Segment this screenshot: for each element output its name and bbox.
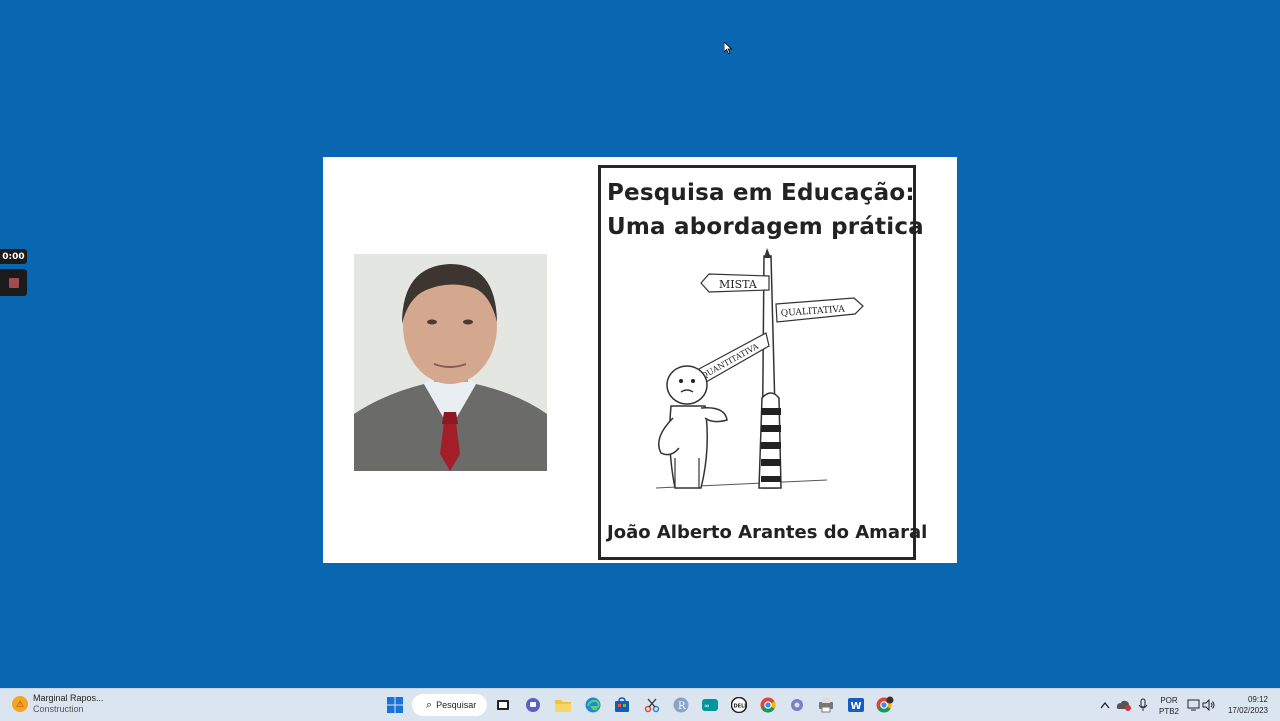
onedrive-status-button[interactable] — [1116, 694, 1132, 716]
teams-chat-button[interactable] — [522, 694, 544, 716]
settings-button[interactable] — [786, 694, 808, 716]
network-icon — [1187, 699, 1200, 711]
svg-text:W: W — [851, 701, 862, 712]
taskbar: ⚠ Marginal Rapos... Construction ⌕ Pesqu… — [0, 688, 1280, 721]
svg-text:R: R — [678, 701, 686, 712]
store-icon — [615, 697, 629, 712]
chat-icon — [526, 698, 540, 712]
recording-timer: 0:00 — [0, 249, 27, 264]
chevron-up-icon — [1100, 701, 1110, 709]
svg-text:∞: ∞ — [704, 702, 710, 710]
book-title-line-2: Uma abordagem prática — [607, 214, 924, 240]
mouse-cursor-icon — [724, 42, 732, 54]
signpost-illustration: MISTA QUALITATIVA QUANTITATIVA — [655, 248, 864, 489]
book-author: João Alberto Arantes do Amaral — [607, 522, 928, 543]
stop-icon — [8, 277, 19, 288]
chrome-icon — [760, 697, 776, 713]
taskbar-search-label: Pesquisar — [436, 700, 477, 710]
r-app-button[interactable]: R — [670, 694, 692, 716]
chrome-profile-button[interactable] — [874, 694, 896, 716]
sign-quantitativa: QUANTITATIVA — [700, 342, 761, 381]
volume-button[interactable] — [1201, 694, 1217, 716]
microphone-button[interactable] — [1135, 694, 1151, 716]
start-button[interactable] — [384, 694, 406, 716]
printer-icon — [819, 698, 833, 713]
chrome-button[interactable] — [757, 694, 779, 716]
printer-button[interactable] — [815, 694, 837, 716]
speaker-icon — [1202, 699, 1215, 711]
language-code: POR — [1160, 696, 1178, 705]
traffic-warning-icon: ⚠ — [12, 696, 28, 712]
show-hidden-icons-button[interactable] — [1098, 694, 1112, 716]
presentation-slide: Pesquisa em Educação: Uma abordagem prát… — [323, 157, 957, 563]
store-button[interactable] — [611, 694, 633, 716]
task-view-button[interactable] — [492, 694, 514, 716]
chrome-profile-icon — [876, 696, 894, 713]
gear-icon — [791, 699, 803, 711]
cloud-error-icon — [1116, 700, 1131, 711]
dell-button[interactable]: DELL — [728, 694, 750, 716]
clock-date: 17/02/2023 — [1227, 706, 1268, 715]
book-title: Pesquisa em Educação: Uma abordagem prát… — [607, 176, 924, 244]
input-language-indicator[interactable]: POR PTB2 — [1158, 695, 1180, 717]
microphone-icon — [1138, 698, 1148, 711]
task-view-icon — [497, 700, 509, 710]
keyboard-layout: PTB2 — [1158, 707, 1179, 716]
dell-icon: DELL — [731, 697, 747, 713]
weather-widget-title: Marginal Rapos... — [33, 693, 104, 703]
word-icon: W — [848, 698, 864, 712]
weather-widget[interactable]: ⚠ Marginal Rapos... Construction — [12, 693, 104, 715]
system-clock[interactable]: 09:12 17/02/2023 — [1222, 694, 1268, 716]
clock-time: 09:12 — [1247, 695, 1268, 704]
file-explorer-button[interactable] — [552, 694, 574, 716]
edge-button[interactable] — [582, 694, 604, 716]
r-letter-icon: R — [673, 697, 689, 713]
taskbar-search-box[interactable]: ⌕ Pesquisar — [412, 694, 487, 716]
scissors-icon — [644, 698, 660, 713]
book-cover: Pesquisa em Educação: Uma abordagem prát… — [598, 165, 928, 560]
windows-logo-icon — [387, 697, 403, 713]
snipping-tool-button[interactable] — [641, 694, 663, 716]
author-photo — [354, 254, 547, 471]
edge-icon — [585, 697, 601, 713]
arduino-button[interactable]: ∞ — [699, 694, 721, 716]
weather-widget-subtitle: Construction — [33, 704, 84, 714]
word-button[interactable]: W — [845, 694, 867, 716]
svg-text:DELL: DELL — [734, 704, 748, 710]
folder-icon — [555, 700, 571, 712]
network-button[interactable] — [1186, 694, 1202, 716]
sign-mista: MISTA — [719, 278, 758, 291]
book-title-line-1: Pesquisa em Educação: — [607, 180, 915, 206]
arduino-icon: ∞ — [702, 699, 718, 711]
stop-recording-button[interactable] — [0, 269, 27, 296]
search-icon: ⌕ — [426, 698, 433, 711]
